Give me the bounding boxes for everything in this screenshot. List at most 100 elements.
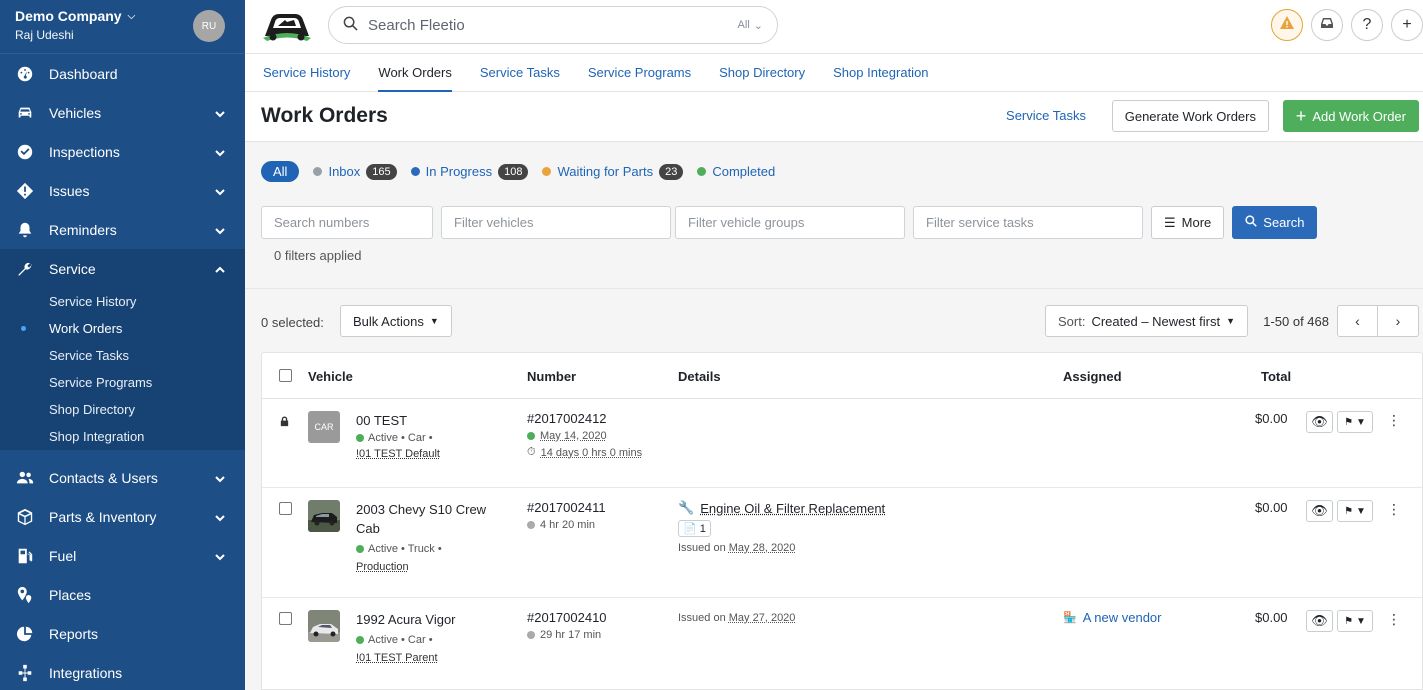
- sidebar-item-service[interactable]: Service: [0, 249, 245, 288]
- sidebar-item-dashboard[interactable]: Dashboard: [0, 54, 245, 93]
- status-pill-in-progress[interactable]: In Progress 108: [410, 163, 529, 180]
- view-button[interactable]: 👁: [1306, 610, 1333, 632]
- documents-badge[interactable]: 📄 1: [678, 520, 711, 537]
- row-checkbox[interactable]: [279, 612, 292, 625]
- sidebar-sub-service-tasks[interactable]: Service Tasks: [0, 342, 245, 369]
- tab-work-orders[interactable]: Work Orders: [378, 54, 452, 92]
- status-pill-inbox[interactable]: Inbox 165: [313, 163, 397, 180]
- sidebar-item-contacts-users[interactable]: Contacts & Users: [0, 458, 245, 497]
- fleetio-logo[interactable]: [261, 8, 313, 42]
- flag-dropdown-button[interactable]: ⚑ ▼: [1337, 411, 1373, 433]
- work-order-number[interactable]: #2017002412: [527, 411, 642, 426]
- service-tasks-link[interactable]: Service Tasks: [1006, 108, 1086, 123]
- sidebar-item-reports[interactable]: Reports: [0, 614, 245, 653]
- filter-vehicles-input[interactable]: [441, 206, 671, 239]
- sidebar-sub-label: Work Orders: [49, 321, 123, 336]
- sidebar-item-issues[interactable]: Issues: [0, 171, 245, 210]
- more-filters-button[interactable]: ☰ More: [1151, 206, 1225, 239]
- vehicle-cell: 2003 Chevy S10 Crew Cab Active • Truck •…: [356, 500, 506, 573]
- search-input[interactable]: [368, 16, 738, 34]
- more-actions-icon[interactable]: ⋮: [1387, 412, 1401, 429]
- vehicle-photo[interactable]: [308, 610, 340, 642]
- sort-prefix: Sort:: [1058, 313, 1086, 329]
- search-scope-select[interactable]: All ⌄: [738, 19, 763, 32]
- status-pill-completed[interactable]: Completed: [697, 164, 775, 179]
- next-page-button[interactable]: ›: [1378, 305, 1419, 337]
- tab-shop-directory[interactable]: Shop Directory: [719, 54, 805, 92]
- flag-dropdown-button[interactable]: ⚑ ▼: [1337, 500, 1373, 522]
- inbox-button[interactable]: [1311, 9, 1343, 41]
- filter-vehicle-groups-input[interactable]: [675, 206, 905, 239]
- column-vehicle[interactable]: Vehicle: [308, 369, 353, 384]
- global-search[interactable]: All ⌄: [328, 6, 778, 44]
- alert-button[interactable]: [1271, 9, 1303, 41]
- vehicle-photo[interactable]: [308, 500, 340, 532]
- sidebar-item-label: Dashboard: [49, 65, 118, 82]
- work-order-number[interactable]: #2017002411: [527, 500, 606, 515]
- vehicle-group[interactable]: !01 TEST Default: [356, 448, 516, 460]
- tab-service-tasks[interactable]: Service Tasks: [480, 54, 560, 92]
- sidebar-item-vehicles[interactable]: Vehicles: [0, 93, 245, 132]
- vehicle-meta-text: Active • Truck •: [368, 543, 442, 555]
- add-work-order-button[interactable]: + Add Work Order: [1282, 100, 1419, 132]
- vehicle-name[interactable]: 00 TEST: [356, 411, 516, 430]
- vehicle-name[interactable]: 2003 Chevy S10 Crew Cab: [356, 500, 506, 538]
- sidebar-item-inspections[interactable]: Inspections: [0, 132, 245, 171]
- filter-service-tasks-input[interactable]: [913, 206, 1143, 239]
- status-pill-waiting-for-parts[interactable]: Waiting for Parts 23: [542, 163, 684, 180]
- help-button[interactable]: ?: [1351, 9, 1383, 41]
- bulk-actions-button[interactable]: Bulk Actions ▼: [340, 305, 452, 337]
- vehicle-thumbnail[interactable]: CAR: [308, 411, 340, 443]
- row-checkbox[interactable]: [279, 502, 292, 515]
- sidebar-item-parts-inventory[interactable]: Parts & Inventory: [0, 497, 245, 536]
- sliders-icon: ☰: [1164, 214, 1176, 230]
- tab-service-programs[interactable]: Service Programs: [588, 54, 691, 92]
- search-numbers-input[interactable]: [261, 206, 433, 239]
- column-number[interactable]: Number: [527, 369, 576, 384]
- status-label: In Progress: [425, 164, 493, 179]
- sidebar-sub-shop-integration[interactable]: Shop Integration: [0, 423, 245, 450]
- vehicle-group[interactable]: Production: [356, 561, 506, 573]
- sidebar-sub-work-orders[interactable]: Work Orders: [0, 315, 245, 342]
- status-pill-all[interactable]: All: [261, 161, 300, 182]
- sidebar-item-label: Service: [49, 260, 96, 277]
- tab-shop-integration[interactable]: Shop Integration: [833, 54, 928, 92]
- column-total[interactable]: Total: [1261, 369, 1291, 384]
- flag-dropdown-button[interactable]: ⚑ ▼: [1337, 610, 1373, 632]
- avatar[interactable]: RU: [193, 10, 225, 42]
- column-assigned: Assigned: [1063, 369, 1122, 384]
- work-order-number[interactable]: #2017002410: [527, 610, 607, 625]
- table-row[interactable]: 1992 Acura Vigor Active • Car • !01 TEST…: [262, 598, 1422, 689]
- sidebar-sub-service-programs[interactable]: Service Programs: [0, 369, 245, 396]
- search-button[interactable]: Search: [1232, 206, 1318, 239]
- vehicle-group[interactable]: !01 TEST Parent: [356, 652, 516, 664]
- account-switcher[interactable]: Demo Company ⌵ Raj Udeshi RU: [0, 0, 245, 54]
- tab-service-history[interactable]: Service History: [263, 54, 350, 92]
- lock-icon: [279, 415, 290, 430]
- sidebar-item-integrations[interactable]: Integrations: [0, 653, 245, 690]
- vehicle-name[interactable]: 1992 Acura Vigor: [356, 610, 516, 629]
- chevron-down-icon: ⌄: [753, 19, 763, 32]
- sidebar-sub-service-history[interactable]: Service History: [0, 288, 245, 315]
- table-row[interactable]: CAR 00 TEST Active • Car • !01 TEST Defa…: [262, 399, 1422, 488]
- sidebar-item-places[interactable]: Places: [0, 575, 245, 614]
- sidebar-sub-shop-directory[interactable]: Shop Directory: [0, 396, 245, 423]
- generate-work-orders-button[interactable]: Generate Work Orders: [1111, 100, 1269, 132]
- prev-page-button[interactable]: ‹: [1337, 305, 1378, 337]
- sidebar-item-label: Issues: [49, 182, 90, 199]
- assigned-vendor[interactable]: 🏪 A new vendor: [1063, 610, 1161, 625]
- company-label: Demo Company: [15, 8, 122, 24]
- view-button[interactable]: 👁: [1306, 411, 1333, 433]
- sidebar-item-fuel[interactable]: Fuel: [0, 536, 245, 575]
- more-actions-icon[interactable]: ⋮: [1387, 501, 1401, 518]
- sidebar-item-reminders[interactable]: Reminders: [0, 210, 245, 249]
- sidebar-item-label: Fuel: [49, 547, 77, 564]
- sort-value: Created – Newest first: [1091, 313, 1221, 329]
- quick-add-button[interactable]: +: [1391, 9, 1423, 41]
- table-row[interactable]: 2003 Chevy S10 Crew Cab Active • Truck •…: [262, 488, 1422, 598]
- service-task[interactable]: 🔧 Engine Oil & Filter Replacement: [678, 500, 885, 516]
- select-all-checkbox[interactable]: [279, 369, 292, 382]
- view-button[interactable]: 👁: [1306, 500, 1333, 522]
- sort-select[interactable]: Sort: Created – Newest first ▼: [1045, 305, 1248, 337]
- more-actions-icon[interactable]: ⋮: [1387, 611, 1401, 628]
